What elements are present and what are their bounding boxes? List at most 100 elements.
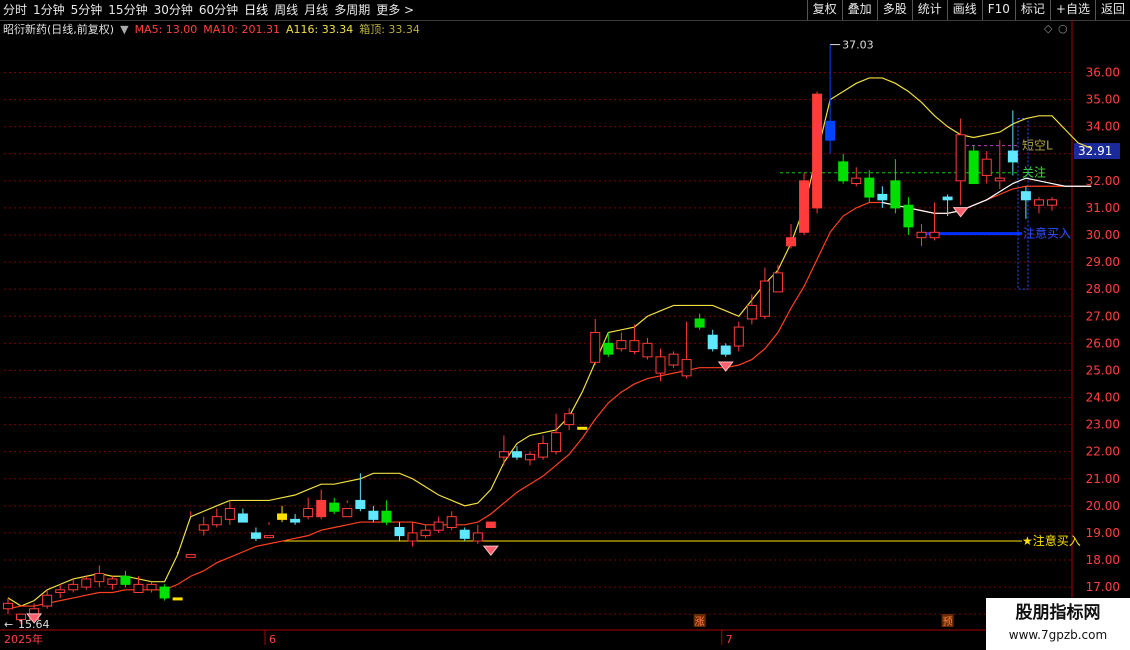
y-tick-label: 18.00 — [1086, 553, 1120, 567]
x-tick-label: 6 — [269, 633, 276, 646]
circle-outline-icon: ○ — [1058, 22, 1068, 35]
candle-body — [185, 554, 196, 558]
candle-body — [786, 237, 796, 247]
y-tick-label: 28.00 — [1086, 282, 1120, 296]
candle-body — [198, 524, 209, 531]
candle-body — [877, 193, 888, 201]
candle-body — [864, 177, 875, 198]
y-tick-label: 22.00 — [1086, 445, 1120, 459]
attention-buy-label: ★注意买入 — [1022, 533, 1081, 548]
candle-body — [916, 231, 927, 239]
candle-body — [316, 499, 327, 518]
candle-body — [1020, 191, 1031, 201]
candle-body — [303, 508, 314, 518]
candle-body — [538, 443, 549, 458]
candle-body — [655, 356, 666, 374]
candle-body — [381, 510, 392, 523]
candlestick-chart[interactable]: 16.0017.0018.0019.0020.0021.0022.0023.00… — [0, 0, 1130, 650]
candle-body — [681, 359, 692, 377]
candle-body — [133, 583, 144, 593]
y-tick-label: 25.00 — [1086, 363, 1120, 377]
upper-band-line — [7, 77, 1092, 607]
candle-body — [955, 134, 966, 182]
y-tick-label: 36.00 — [1086, 66, 1120, 80]
current-price-label: 32.91 — [1078, 144, 1112, 158]
candle-body — [394, 527, 405, 537]
candle-body — [642, 342, 653, 358]
watermark-title: 股朋指标网 — [1015, 603, 1101, 623]
y-tick-label: 24.00 — [1086, 391, 1120, 405]
watermark-url: www.7gpzb.com — [1008, 628, 1108, 642]
x-tick-label: 2025年 — [4, 632, 43, 646]
candle-body — [890, 180, 901, 209]
event-mark: 涨 — [695, 616, 705, 628]
candle-body — [838, 161, 849, 182]
candle-body — [55, 589, 66, 594]
y-tick-label: 26.00 — [1086, 336, 1120, 350]
candle-body — [120, 575, 131, 585]
low-pointer-icon: ← — [4, 618, 13, 631]
candle-body — [603, 342, 614, 355]
diamond-signal-icon — [482, 545, 499, 556]
candle-body — [577, 426, 588, 430]
candle-body — [1007, 150, 1018, 163]
candle-body — [459, 529, 470, 539]
candle-body — [94, 573, 105, 583]
candle-body — [42, 594, 53, 607]
candle-body — [511, 451, 522, 458]
y-tick-label: 35.00 — [1086, 93, 1120, 107]
candle-body — [746, 304, 757, 320]
candle-body — [250, 532, 261, 539]
candle-body — [68, 583, 79, 591]
candle-body — [981, 158, 992, 176]
candle-body — [812, 93, 823, 209]
candle-body — [211, 516, 222, 526]
candle-body — [772, 272, 783, 293]
candle-body — [420, 529, 431, 537]
candle-body — [485, 521, 496, 528]
candle-body — [407, 532, 418, 542]
candle-body — [564, 413, 575, 426]
y-tick-label: 31.00 — [1086, 201, 1120, 215]
candle-body — [107, 578, 118, 585]
candle-body — [159, 586, 170, 599]
candle-body — [851, 177, 862, 185]
y-tick-label: 34.00 — [1086, 120, 1120, 134]
candle-body — [290, 518, 301, 523]
candle-body — [433, 521, 444, 531]
y-tick-label: 30.00 — [1086, 228, 1120, 242]
candle-body — [968, 150, 979, 185]
candle-body — [799, 180, 810, 233]
candle-body — [629, 340, 640, 352]
y-tick-label: 19.00 — [1086, 526, 1120, 540]
candle-body — [694, 318, 705, 328]
candle-body — [929, 231, 940, 239]
candle-body — [3, 602, 13, 610]
candle-body — [498, 451, 509, 458]
candle-body — [759, 280, 770, 317]
candle-body — [720, 345, 731, 355]
candle-body — [551, 432, 562, 453]
candle-body — [146, 583, 157, 591]
candle-body — [342, 508, 353, 518]
y-tick-label: 17.00 — [1086, 580, 1120, 594]
candle-body — [368, 510, 379, 520]
event-mark: 预 — [943, 616, 953, 628]
candle-body — [1033, 199, 1044, 206]
candle-body — [1047, 199, 1057, 206]
diamond-outline-icon: ◇ — [1044, 22, 1053, 35]
candle-body — [825, 120, 836, 141]
candle-body — [277, 513, 288, 520]
candle-body — [329, 502, 340, 512]
high-price-label: 37.03 — [842, 39, 874, 52]
candle-body — [733, 326, 744, 347]
candle-body — [224, 508, 235, 520]
y-tick-label: 23.00 — [1086, 418, 1120, 432]
candle-body — [707, 334, 718, 350]
short-label: 短空L — [1022, 139, 1053, 153]
site-watermark: 股朋指标网 www.7gpzb.com — [986, 598, 1130, 650]
candle-body — [942, 196, 953, 201]
x-tick-label: 7 — [726, 633, 733, 646]
y-tick-label: 29.00 — [1086, 255, 1120, 269]
candle-body — [590, 332, 601, 363]
